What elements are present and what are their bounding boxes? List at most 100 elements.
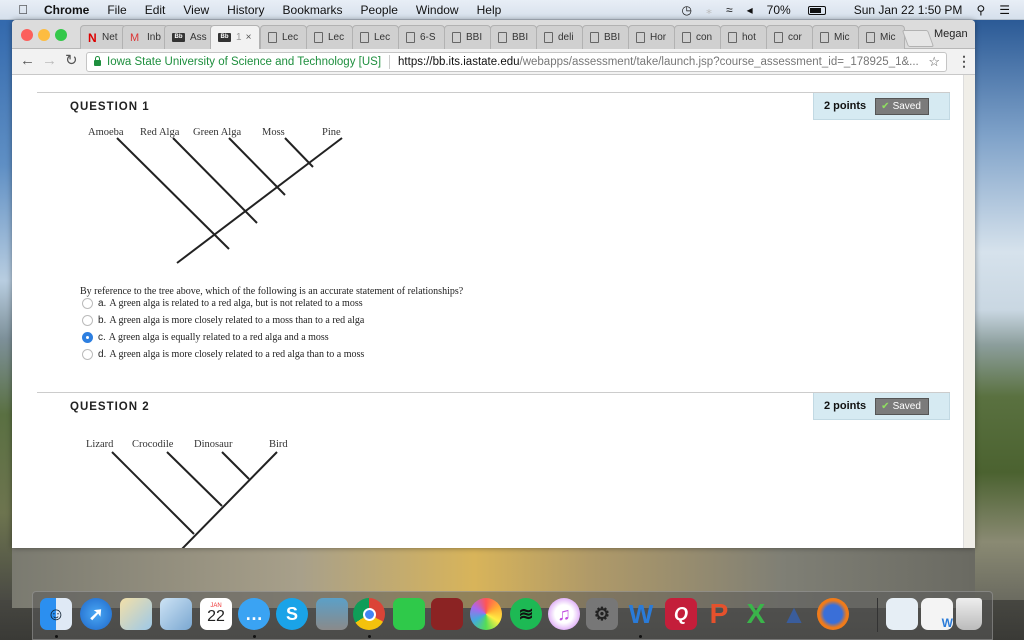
tab[interactable]: hot [720, 25, 767, 49]
tab-label: cor [788, 32, 802, 43]
clock[interactable]: Sun Jan 22 1:50 PM [854, 3, 963, 17]
dock: ☺ ➚ JAN 22 … S ≋ ♫ ⚙ W Q P X ▲ W [32, 591, 993, 640]
tab[interactable]: Lec [352, 25, 399, 49]
tab[interactable]: Hor [628, 25, 675, 49]
calendar-icon[interactable]: JAN 22 [200, 598, 232, 630]
itunes-icon[interactable]: ♫ [548, 598, 580, 630]
zoom-window-button[interactable] [55, 29, 67, 41]
system-preferences-icon[interactable]: ⚙ [586, 598, 618, 630]
tab[interactable]: Mic [812, 25, 859, 49]
tab[interactable]: N Net [80, 25, 126, 49]
facetime-icon[interactable] [393, 598, 425, 630]
page-icon [268, 32, 277, 43]
excel-icon[interactable]: X [740, 598, 772, 630]
tab[interactable]: BBI [582, 25, 629, 49]
menu-view[interactable]: View [183, 3, 209, 17]
menu-edit[interactable]: Edit [145, 3, 166, 17]
radio-a[interactable] [82, 298, 93, 309]
menu-bookmarks[interactable]: Bookmarks [283, 3, 343, 17]
tab[interactable]: deli [536, 25, 583, 49]
url-path: /webapps/assessment/take/launch.jsp?cour… [519, 56, 919, 68]
notification-center-icon[interactable]: ☰ [999, 3, 1010, 17]
back-icon[interactable]: ← [20, 53, 35, 69]
photo-booth-icon[interactable] [431, 598, 463, 630]
apple-menu-icon[interactable]:  [16, 2, 30, 17]
address-bar[interactable]: Iowa State University of Science and Tec… [86, 52, 947, 72]
battery-status[interactable]: 70% [767, 3, 840, 17]
tab[interactable]: Lec [306, 25, 353, 49]
tab-active[interactable]: Bb 1 × [210, 25, 260, 49]
time-machine-icon[interactable]: ◷ [682, 3, 692, 17]
page-content: QUESTION 1 2 points ✔ Saved Amoeba Red Al… [12, 75, 963, 548]
forward-icon[interactable]: → [42, 53, 57, 69]
radio-d[interactable] [82, 349, 93, 360]
chrome-menu-icon[interactable]: ⋮ [957, 54, 971, 68]
chrome-icon[interactable] [353, 598, 385, 630]
reload-icon[interactable]: ↻ [65, 53, 78, 69]
radio-c-selected[interactable] [82, 332, 93, 343]
tab[interactable]: 6-S [398, 25, 445, 49]
profile-name[interactable]: Megan [934, 28, 968, 40]
photos-icon[interactable] [470, 598, 502, 630]
lock-icon [94, 56, 101, 66]
tab[interactable]: Bb Ass [164, 25, 214, 49]
documents-stack-icon[interactable] [886, 598, 918, 630]
tree-label-green-alga: Green Alga [193, 127, 241, 138]
tab[interactable]: Lec [260, 25, 307, 49]
minimize-window-button[interactable] [38, 29, 50, 41]
word-icon[interactable]: W [625, 598, 657, 630]
skype-icon[interactable]: S [276, 598, 308, 630]
spotlight-icon[interactable]: ⚲ [976, 3, 985, 17]
tab[interactable]: cor [766, 25, 813, 49]
gmail-icon: M [130, 31, 140, 44]
tab[interactable]: M Inb [122, 25, 168, 49]
branch-amoeba [116, 137, 230, 250]
safari-icon[interactable]: ➚ [80, 598, 112, 630]
spotify-icon[interactable]: ≋ [510, 598, 542, 630]
question-prompt: By reference to the tree above, which of… [80, 286, 464, 297]
tab[interactable]: BBI [444, 25, 491, 49]
affinity-icon[interactable]: ▲ [778, 598, 810, 630]
volume-icon[interactable]: ◂ [747, 3, 753, 17]
menu-people[interactable]: People [361, 3, 398, 17]
option-text: A green alga is equally related to a red… [108, 332, 329, 343]
maps-icon[interactable] [120, 598, 152, 630]
quicken-icon[interactable]: Q [665, 598, 697, 630]
messages-icon[interactable]: … [238, 598, 270, 630]
menu-help[interactable]: Help [477, 3, 502, 17]
image-capture-icon[interactable] [316, 598, 348, 630]
menu-history[interactable]: History [227, 3, 264, 17]
option-letter: c. [98, 332, 106, 343]
menu-window[interactable]: Window [416, 3, 459, 17]
powerpoint-icon[interactable]: P [703, 598, 735, 630]
tree-trunk [176, 137, 343, 264]
new-tab-button[interactable] [901, 30, 935, 47]
mail-icon[interactable] [160, 598, 192, 630]
close-window-button[interactable] [21, 29, 33, 41]
trash-icon[interactable] [956, 598, 982, 630]
bookmark-star-icon[interactable]: ☆ [928, 54, 940, 70]
menu-file[interactable]: File [107, 3, 126, 17]
tab-label: BBI [466, 32, 483, 43]
check-icon: ✔ [881, 400, 890, 412]
answer-option-b[interactable]: b. A green alga is more closely related … [82, 315, 364, 326]
running-indicator [368, 635, 371, 638]
tab-label: Mic [880, 32, 896, 43]
tab[interactable]: con [674, 25, 721, 49]
answer-option-a[interactable]: a. A green alga is related to a red alga… [82, 298, 363, 309]
word-document-icon[interactable]: W [921, 598, 953, 630]
firefox-icon[interactable] [817, 598, 849, 630]
radio-b[interactable] [82, 315, 93, 326]
vertical-scrollbar[interactable] [963, 75, 975, 548]
finder-icon[interactable]: ☺ [40, 598, 72, 630]
tab[interactable]: Mic [858, 25, 905, 49]
answer-option-d[interactable]: d. A green alga is more closely related … [82, 349, 364, 360]
tab-label: hot [742, 32, 756, 43]
page-icon [314, 32, 323, 43]
wifi-icon[interactable]: ≈ [726, 3, 733, 17]
bluetooth-icon[interactable]: ⁎ [706, 3, 712, 17]
menu-app-name[interactable]: Chrome [44, 3, 89, 17]
close-tab-icon[interactable]: × [246, 32, 252, 43]
answer-option-c[interactable]: c. A green alga is equally related to a … [82, 332, 329, 343]
tab[interactable]: BBI [490, 25, 537, 49]
